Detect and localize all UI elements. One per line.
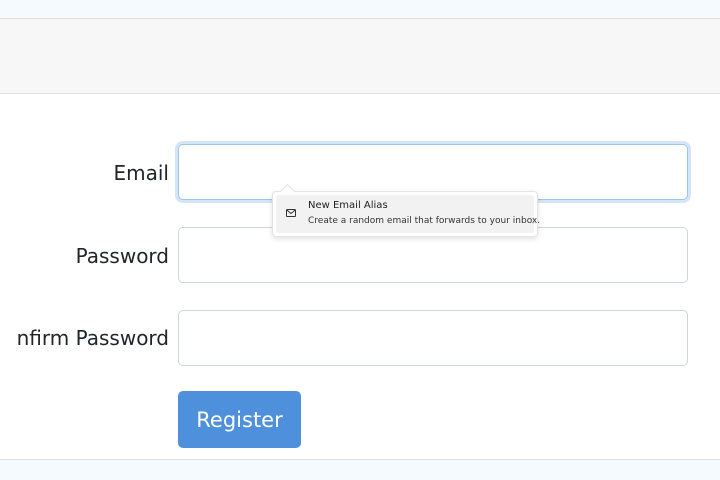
password-label: Password (75, 244, 169, 268)
card-header (0, 19, 720, 94)
register-button[interactable]: Register (178, 391, 301, 448)
email-label: Email (113, 161, 170, 185)
register-card: Email Password nfirm Password Register (0, 18, 720, 460)
popup-title: New Email Alias (308, 200, 388, 211)
new-email-alias-option[interactable]: New Email Alias Create a random email th… (276, 195, 540, 233)
confirm-password-field[interactable] (178, 310, 688, 366)
confirm-password-label: nfirm Password (16, 326, 169, 350)
email-alias-popup: New Email Alias Create a random email th… (272, 183, 540, 237)
envelope-icon (286, 209, 296, 217)
popup-subtitle: Create a random email that forwards to y… (308, 216, 541, 226)
page: Email Password nfirm Password Register N… (0, 0, 720, 480)
